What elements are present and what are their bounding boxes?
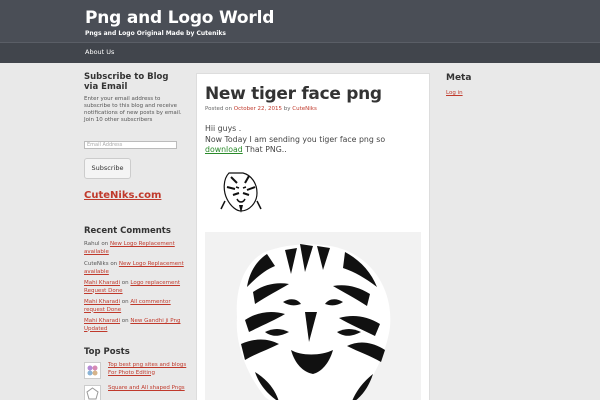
comment-item: Rahul on New Logo Replacement available: [84, 241, 184, 256]
email-field[interactable]: Email Address: [84, 141, 177, 149]
top-posts-title: Top Posts: [84, 347, 130, 357]
top-post-item[interactable]: Top best png sites and blogs For Photo E…: [84, 362, 194, 380]
site-description: Pngs and Logo Original Made by Cuteniks: [85, 30, 226, 37]
post-title[interactable]: New tiger face png: [205, 84, 382, 104]
post-meta: Posted on October 22, 2015 by CuteNiks: [205, 106, 317, 112]
comment-author-link[interactable]: Mahi Kharadi: [84, 280, 120, 286]
comment-on: on: [101, 241, 109, 247]
post-body-line: Hii guys .: [205, 124, 242, 133]
recent-comments-title: Recent Comments: [84, 226, 171, 236]
site-title[interactable]: Png and Logo World: [85, 8, 274, 28]
site-header: Png and Logo World Pngs and Logo Origina…: [0, 0, 600, 42]
comment-on: on: [110, 261, 118, 267]
subscribe-description: Enter your email address to subscribe to…: [84, 96, 182, 116]
top-post-thumbnail[interactable]: [84, 385, 101, 400]
post-meta-by: by: [283, 106, 291, 112]
main-navigation: About Us: [0, 42, 600, 63]
comment-item: Mahi Kharadi on All commentor request Do…: [84, 299, 184, 314]
top-post-item[interactable]: Square and All shaped Pngs: [84, 385, 194, 400]
subscriber-count: Join 10 other subscribers: [84, 117, 153, 123]
comment-author: CuteNiks: [84, 261, 109, 267]
nav-item-about-us[interactable]: About Us: [85, 48, 114, 56]
top-post-link[interactable]: Top best png sites and blogs For Photo E…: [108, 362, 194, 377]
subscribe-button[interactable]: Subscribe: [84, 158, 131, 179]
post-body: Hii guys . Now Today I am sending you ti…: [205, 124, 415, 156]
meta-widget: Meta: [446, 73, 526, 83]
meta-widget-title: Meta: [446, 73, 472, 83]
comment-on: on: [121, 299, 129, 305]
comment-on: on: [121, 280, 129, 286]
subscribe-widget-title: Subscribe to Blog via Email: [84, 72, 169, 92]
comment-author-link[interactable]: Mahi Kharadi: [84, 318, 120, 324]
post-author-link[interactable]: CuteNiks: [292, 106, 317, 112]
top-post-link[interactable]: Square and All shaped Pngs: [108, 385, 194, 393]
comment-item: Mahi Kharadi on Logo replacement Request…: [84, 280, 184, 295]
subscribe-widget: Subscribe to Blog via Email Enter your e…: [84, 72, 184, 124]
cuteniks-link[interactable]: CuteNiks.com: [84, 190, 161, 201]
post-meta-posted-on: Posted on: [205, 106, 232, 112]
login-link[interactable]: Log in: [446, 90, 463, 96]
comment-item: CuteNiks on New Logo Replacement availab…: [84, 261, 184, 276]
top-post-thumbnail[interactable]: [84, 362, 101, 379]
tiger-face-image[interactable]: [205, 232, 421, 400]
post-date-link[interactable]: October 22, 2015: [234, 106, 282, 112]
tiger-thumbnail-image[interactable]: [219, 169, 263, 215]
comment-author: Rahul: [84, 241, 100, 247]
download-link[interactable]: download: [205, 145, 243, 154]
comment-item: Mahi Kharadi on New Gandhi ji Png Update…: [84, 318, 184, 333]
comment-on: on: [121, 318, 129, 324]
post-body-text: That PNG..: [245, 145, 287, 154]
post-article: New tiger face png Posted on October 22,…: [196, 73, 430, 400]
post-body-line: Now Today I am sending you tiger face pn…: [205, 135, 415, 156]
comment-author-link[interactable]: Mahi Kharadi: [84, 299, 120, 305]
post-body-text: Now Today I am sending you tiger face pn…: [205, 134, 386, 144]
